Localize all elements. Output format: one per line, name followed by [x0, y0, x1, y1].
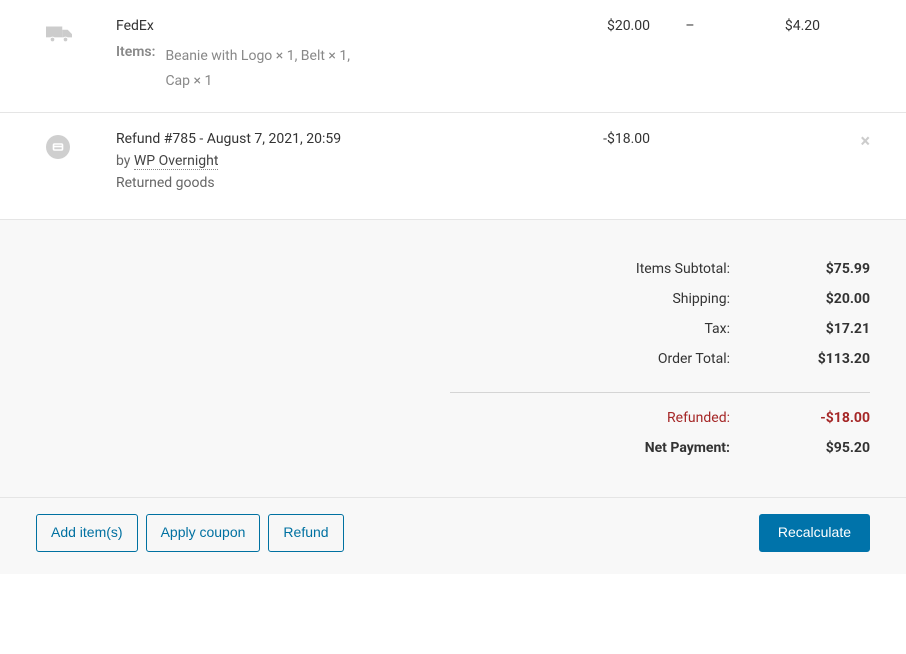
shipping-total-value: $20.00 — [730, 291, 870, 307]
shipping-items-line: Items: Beanie with Logo × 1, Belt × 1, C… — [116, 44, 530, 94]
order-actions-bar: Add item(s) Apply coupon Refund Recalcul… — [0, 498, 906, 574]
shipping-method: FedEx — [116, 18, 530, 34]
totals-divider — [450, 392, 870, 393]
subtotal-value: $75.99 — [730, 261, 870, 277]
shipping-icon-col — [46, 18, 116, 48]
net-label: Net Payment: — [530, 440, 730, 456]
total-row-tax: Tax: $17.21 — [450, 314, 870, 344]
refund-amount: -$18.00 — [530, 131, 650, 147]
recalculate-button[interactable]: Recalculate — [759, 514, 870, 552]
shipping-amount: $20.00 — [530, 18, 650, 34]
refund-by-prefix: by — [116, 153, 134, 169]
refund-icon-col — [46, 131, 116, 159]
total-row-subtotal: Items Subtotal: $75.99 — [450, 254, 870, 284]
truck-icon — [46, 32, 72, 48]
shipping-dash: – — [650, 18, 730, 34]
refund-icon — [46, 135, 70, 159]
shipping-line-row: FedEx Items: Beanie with Logo × 1, Belt … — [0, 0, 906, 113]
refund-line-row: Refund #785 - August 7, 2021, 20:59 by W… — [0, 113, 906, 220]
order-total-label: Order Total: — [530, 351, 730, 367]
refund-title: Refund #785 - August 7, 2021, 20:59 — [116, 131, 530, 147]
total-row-refunded: Refunded: -$18.00 — [450, 403, 870, 433]
shipping-total-label: Shipping: — [530, 291, 730, 307]
refund-by-user[interactable]: WP Overnight — [134, 153, 219, 170]
tax-total-value: $17.21 — [730, 321, 870, 337]
add-items-button[interactable]: Add item(s) — [36, 514, 138, 552]
refunded-value: -$18.00 — [730, 410, 870, 426]
refund-reason: Returned goods — [116, 175, 530, 191]
shipping-desc: FedEx Items: Beanie with Logo × 1, Belt … — [116, 18, 530, 94]
shipping-items-label: Items: — [116, 44, 155, 94]
shipping-tax: $4.20 — [730, 18, 820, 34]
total-row-shipping: Shipping: $20.00 — [450, 284, 870, 314]
apply-coupon-button[interactable]: Apply coupon — [146, 514, 261, 552]
tax-total-label: Tax: — [530, 321, 730, 337]
shipping-items-value: Beanie with Logo × 1, Belt × 1, Cap × 1 — [165, 44, 375, 94]
subtotal-label: Items Subtotal: — [530, 261, 730, 277]
order-totals-panel: Items Subtotal: $75.99 Shipping: $20.00 … — [0, 220, 906, 498]
refunded-label: Refunded: — [530, 410, 730, 426]
refund-delete[interactable]: × — [820, 131, 870, 152]
order-total-value: $113.20 — [730, 351, 870, 367]
total-row-net: Net Payment: $95.20 — [450, 433, 870, 463]
total-row-order-total: Order Total: $113.20 — [450, 344, 870, 374]
refund-button[interactable]: Refund — [268, 514, 343, 552]
close-icon: × — [860, 131, 870, 152]
refund-by-line: by WP Overnight — [116, 153, 530, 169]
refund-desc: Refund #785 - August 7, 2021, 20:59 by W… — [116, 131, 530, 191]
net-value: $95.20 — [730, 440, 870, 456]
